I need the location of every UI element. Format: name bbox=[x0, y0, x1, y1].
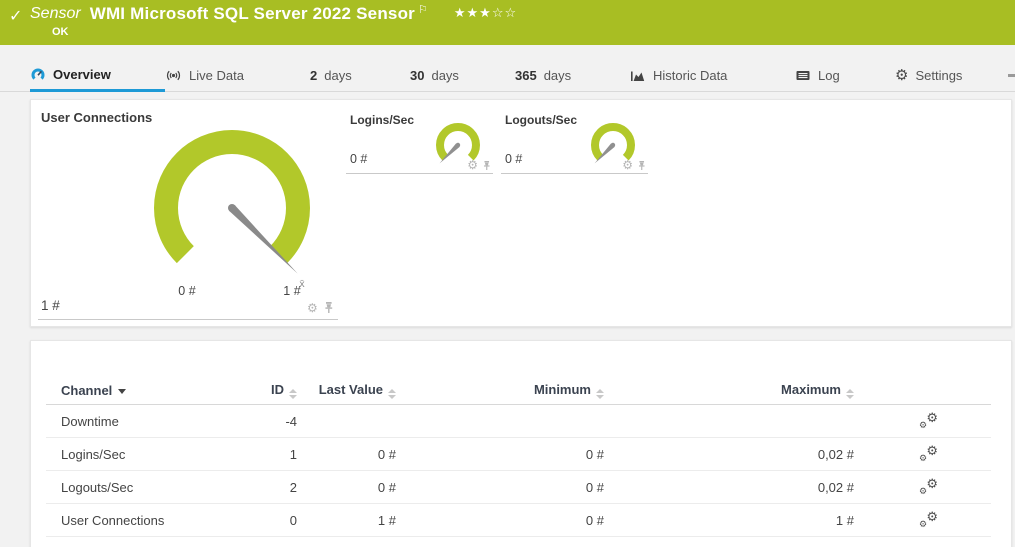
tab-settings-label: Settings bbox=[915, 68, 962, 83]
sensor-header: ✓ Sensor WMI Microsoft SQL Server 2022 S… bbox=[0, 0, 1015, 45]
gear-icon: ⚙ bbox=[895, 68, 908, 83]
tab-2-days[interactable]: 2 days bbox=[310, 59, 410, 91]
channel-link[interactable]: Logins/Sec bbox=[46, 447, 226, 462]
channel-link[interactable]: User Connections bbox=[46, 513, 226, 528]
header-maximum[interactable]: Maximum bbox=[604, 382, 854, 399]
channel-settings-gears-icon[interactable]: ⚙⚙ bbox=[920, 445, 938, 461]
user-connections-gauge: x̄ bbox=[147, 128, 317, 293]
gauge-settings-gear-icon[interactable]: ⚙ bbox=[622, 159, 633, 171]
header-channel[interactable]: Channel bbox=[46, 383, 226, 398]
channel-table: Channel ID Last Value Minimum Maximum Do… bbox=[46, 377, 991, 537]
table-header-row: Channel ID Last Value Minimum Maximum bbox=[46, 377, 991, 405]
tab-2-days-number: 2 bbox=[310, 68, 317, 83]
live-broadcast-icon bbox=[165, 69, 182, 82]
tab-365-days-number: 365 bbox=[515, 68, 537, 83]
gauge-settings-gear-icon[interactable]: ⚙ bbox=[307, 302, 318, 314]
tab-30-days-number: 30 bbox=[410, 68, 424, 83]
priority-stars[interactable]: ★★★☆☆ bbox=[454, 5, 517, 21]
channel-settings-gears-icon[interactable]: ⚙⚙ bbox=[920, 412, 938, 428]
tab-settings[interactable]: ⚙ Settings bbox=[895, 59, 985, 91]
tab-log-label: Log bbox=[818, 68, 840, 83]
sorted-desc-icon bbox=[118, 389, 126, 394]
logins-gauge-value: 0 # bbox=[350, 152, 367, 166]
primary-gauge-title: User Connections bbox=[41, 110, 152, 125]
gauge-divider bbox=[38, 319, 338, 320]
header-id[interactable]: ID bbox=[226, 382, 297, 399]
tab-live-data-label: Live Data bbox=[189, 68, 244, 83]
header-last-value[interactable]: Last Value bbox=[297, 382, 396, 399]
channel-min: 0 # bbox=[396, 447, 604, 462]
flag-icon: ⚐ bbox=[418, 3, 428, 16]
log-list-icon bbox=[795, 69, 811, 82]
sort-icon bbox=[596, 389, 604, 399]
tab-log[interactable]: Log bbox=[795, 59, 895, 91]
tab-30-days[interactable]: 30 days bbox=[410, 59, 515, 91]
gauges-panel: User Connections x̄ 0 # 1 # 1 # ⚙ Logins… bbox=[30, 99, 1012, 327]
channels-panel: Channel ID Last Value Minimum Maximum Do… bbox=[30, 340, 1012, 547]
gauge-current-value: 1 # bbox=[41, 298, 60, 313]
logins-gauge-card: Logins/Sec 0 # ⚙ bbox=[346, 110, 493, 174]
tab-2-days-label: days bbox=[324, 68, 351, 83]
sort-icon bbox=[388, 389, 396, 399]
channel-id: -4 bbox=[226, 414, 297, 429]
tab-365-days[interactable]: 365 days bbox=[515, 59, 630, 91]
next-tab-partial bbox=[1008, 74, 1015, 77]
logouts-gauge-title: Logouts/Sec bbox=[505, 113, 577, 127]
gauge-max-label: 1 # bbox=[272, 284, 312, 298]
tab-30-days-label: days bbox=[431, 68, 458, 83]
channel-id: 2 bbox=[226, 480, 297, 495]
header-minimum[interactable]: Minimum bbox=[396, 382, 604, 399]
channel-settings-gears-icon[interactable]: ⚙⚙ bbox=[920, 478, 938, 494]
channel-last: 0 # bbox=[297, 480, 396, 495]
channel-link[interactable]: Logouts/Sec bbox=[46, 480, 226, 495]
channel-max: 1 # bbox=[604, 513, 854, 528]
channel-min: 0 # bbox=[396, 513, 604, 528]
channel-last: 0 # bbox=[297, 447, 396, 462]
channel-id: 0 bbox=[226, 513, 297, 528]
tab-overview-label: Overview bbox=[53, 67, 111, 82]
sensor-title: WMI Microsoft SQL Server 2022 Sensor bbox=[90, 4, 415, 24]
gauge-settings-gear-icon[interactable]: ⚙ bbox=[467, 159, 478, 171]
table-row-user-connections: User Connections 0 1 # 0 # 1 # ⚙⚙ bbox=[46, 504, 991, 537]
tab-historic-data[interactable]: Historic Data bbox=[630, 59, 795, 91]
channel-settings-gears-icon[interactable]: ⚙⚙ bbox=[920, 511, 938, 527]
object-kind-label: Sensor bbox=[30, 5, 81, 23]
logins-gauge-title: Logins/Sec bbox=[350, 113, 414, 127]
tab-365-days-label: days bbox=[544, 68, 571, 83]
channel-id: 1 bbox=[226, 447, 297, 462]
gauge-pin-icon[interactable] bbox=[482, 160, 491, 171]
gauge-pin-icon[interactable] bbox=[637, 160, 646, 171]
gauge-icon bbox=[30, 67, 46, 81]
area-chart-icon bbox=[630, 69, 646, 82]
channel-last: 1 # bbox=[297, 513, 396, 528]
logouts-gauge-value: 0 # bbox=[505, 152, 522, 166]
tab-overview[interactable]: Overview bbox=[30, 59, 165, 92]
gauge-min-label: 0 # bbox=[167, 284, 207, 298]
sort-icon bbox=[846, 389, 854, 399]
tab-historic-data-label: Historic Data bbox=[653, 68, 727, 83]
logouts-gauge-card: Logouts/Sec 0 # ⚙ bbox=[501, 110, 648, 174]
channel-link[interactable]: Downtime bbox=[46, 414, 226, 429]
status-badge: OK bbox=[52, 26, 69, 38]
channel-min: 0 # bbox=[396, 480, 604, 495]
status-ok-check-icon: ✓ bbox=[9, 6, 22, 26]
table-row-logins: Logins/Sec 1 0 # 0 # 0,02 # ⚙⚙ bbox=[46, 438, 991, 471]
table-row-logouts: Logouts/Sec 2 0 # 0 # 0,02 # ⚙⚙ bbox=[46, 471, 991, 504]
channel-max: 0,02 # bbox=[604, 447, 854, 462]
tab-bar: Overview Live Data 2 days 30 days 365 da… bbox=[0, 59, 1015, 92]
gauge-pin-icon[interactable] bbox=[323, 301, 334, 314]
channel-max: 0,02 # bbox=[604, 480, 854, 495]
table-row-downtime: Downtime -4 ⚙⚙ bbox=[46, 405, 991, 438]
tab-live-data[interactable]: Live Data bbox=[165, 59, 310, 91]
sort-icon bbox=[289, 389, 297, 399]
